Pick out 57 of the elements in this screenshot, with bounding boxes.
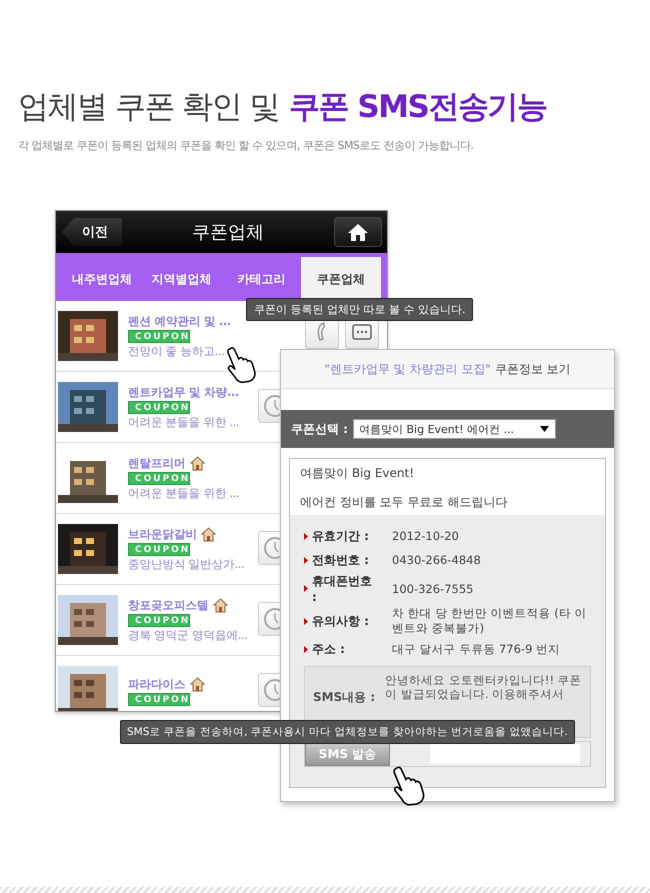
tab[interactable]: 카테고리	[222, 257, 302, 301]
tab[interactable]: 내주변업체	[62, 257, 142, 301]
coupon-headline: 여름맞이 Big Event!	[300, 465, 415, 482]
coupon-body: 에어컨 정비를 모두 무료로 해드립니다	[300, 494, 508, 511]
coupon-badge: COUPON	[128, 400, 190, 414]
headline: 업체별 쿠폰 확인 및	[18, 88, 280, 127]
detail-label: 주소 :	[312, 640, 346, 658]
phone-input-field[interactable]	[430, 744, 580, 764]
company-description: 어려운 분들을 위한 ...	[128, 414, 239, 430]
coupon-badge: COUPON	[128, 692, 190, 706]
detail-value: 차 한대 당 한번만 이벤트적용 (타 이벤트와 중복불가)	[392, 606, 588, 636]
popup-title: 쿠폰정보 보기	[494, 360, 571, 378]
message-icon	[352, 324, 372, 340]
detail-value: 2012-10-20	[392, 529, 460, 543]
company-name[interactable]: 창포곶오피스텔	[128, 598, 208, 612]
screen-title: 쿠폰업체	[192, 221, 264, 244]
subheadline: 각 업체별로 쿠폰이 등록된 업체의 쿠폰을 확인 할 수 있으며, 쿠폰은 SMS로도 전송이 가능합니다.	[18, 138, 474, 153]
detail-label: 휴대폰번호 :	[312, 573, 373, 604]
bullet-icon	[304, 618, 308, 624]
company-description: 어려운 분들을 위한 ...	[128, 486, 239, 500]
bullet-icon	[304, 646, 308, 652]
dropdown-arrow-icon	[540, 426, 549, 432]
detail-value: 100-326-7555	[392, 582, 474, 596]
bullet-icon	[304, 556, 308, 564]
company-name[interactable]: 펜션 예약관리 및 ...	[128, 314, 231, 328]
coupon-badge: COUPON	[128, 542, 190, 556]
coupon-badge: COUPON	[128, 614, 190, 626]
bullet-icon	[304, 532, 308, 540]
back-button[interactable]: 이전	[62, 218, 122, 246]
coupon-badge: COUPON	[128, 472, 190, 484]
company-name[interactable]: 파라다이스	[128, 676, 186, 692]
sms-text: 안녕하세요 오토렌터카입니다!! 쿠폰이 발급되었습니다. 이용해주셔서	[385, 673, 583, 701]
coupon-badge: COUPON	[128, 330, 190, 342]
detail-label: 유효기간 :	[312, 528, 370, 544]
sms-label: SMS내용 :	[313, 689, 376, 706]
coupon-select[interactable]: 여름맞이 Big Event! 에어컨 ...	[352, 419, 556, 439]
detail-label: 전화번호 :	[312, 552, 370, 568]
company-description: 중앙난방식 일반상가...	[128, 556, 244, 572]
company-description: 경북 영덕군 영덕읍에...	[128, 628, 248, 642]
company-name[interactable]: 렌트카업무 및 차량...	[128, 384, 239, 400]
tab[interactable]: 쿠폰업체	[301, 257, 381, 301]
tooltip: SMS로 쿠폰을 전송하여, 쿠폰사용시 마다 업체정보를 찾아야하는 번거로움을 없앴습니다.	[120, 720, 575, 744]
home-icon	[348, 224, 368, 240]
sms-send-button[interactable]: SMS 발송	[305, 742, 390, 766]
company-description: 전망이 좋 능하고...	[128, 344, 226, 358]
tab[interactable]: 지역별업체	[142, 257, 222, 301]
tooltip: 쿠폰이 등록된 업체만 따로 볼 수 있습니다.	[246, 298, 474, 321]
headline-highlight: 쿠폰 SMS전송기능	[289, 88, 546, 127]
company-name[interactable]: 브라운닭갈비	[128, 526, 197, 542]
detail-value: 대구 달서구 두류동 776-9 번지	[392, 642, 562, 656]
home-button[interactable]	[334, 217, 382, 247]
detail-label: 유의사항 :	[312, 612, 370, 630]
company-link[interactable]: "렌트카업무 및 차량관리 모집"	[324, 360, 491, 378]
company-name[interactable]: 렌탈프리머	[128, 456, 186, 470]
bullet-icon	[304, 585, 308, 592]
detail-value: 0430-266-4848	[392, 553, 482, 567]
select-label: 쿠폰선택 :	[291, 420, 348, 438]
